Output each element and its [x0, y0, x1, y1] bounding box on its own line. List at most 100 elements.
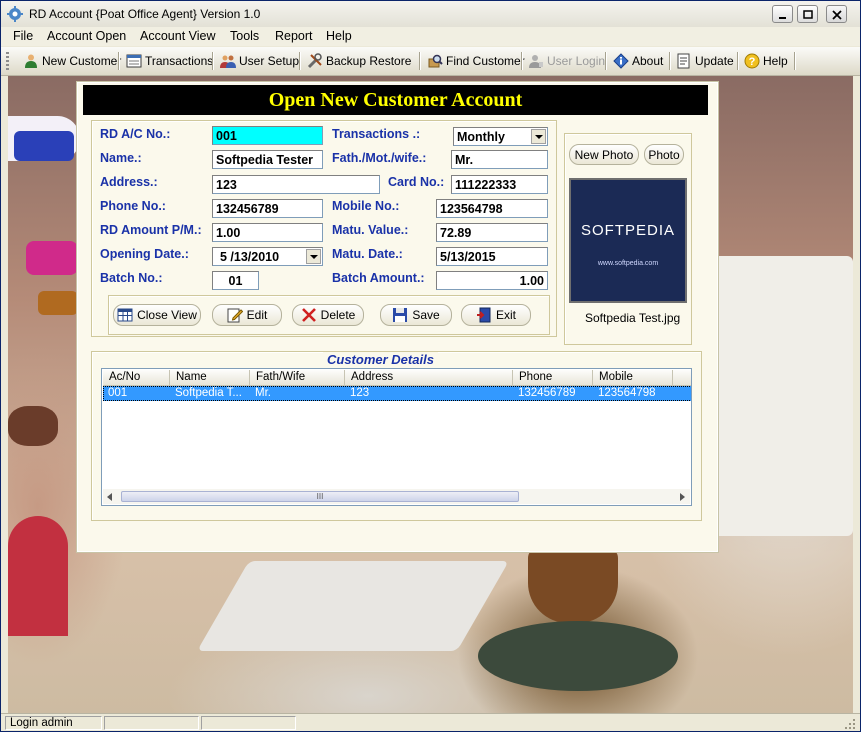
close-button[interactable]	[826, 5, 847, 23]
save-label: Save	[412, 308, 440, 322]
resize-grip-icon[interactable]	[844, 718, 856, 730]
dialog-title: Open New Customer Account	[83, 85, 708, 115]
fath-mot-wife-label: Fath./Mot./wife.:	[332, 151, 427, 165]
app-gear-icon	[7, 6, 23, 22]
find-customer-button[interactable]: Find Customer	[427, 51, 525, 71]
update-button[interactable]: Update	[676, 51, 734, 71]
scroll-right-icon[interactable]	[680, 493, 686, 501]
menu-account-view[interactable]: Account View	[140, 29, 216, 43]
background-keyboard	[197, 561, 509, 651]
table-row[interactable]: 001 Softpedia T... Mr. 123 132456789 123…	[103, 386, 691, 401]
name-label: Name.:	[100, 151, 142, 165]
toolbar-separator	[794, 52, 796, 70]
menu-tools[interactable]: Tools	[230, 29, 259, 43]
delete-x-icon	[301, 308, 316, 322]
about-label: About	[632, 54, 664, 68]
about-button[interactable]: About	[613, 51, 663, 71]
status-login: Login admin	[5, 716, 102, 730]
transactions-dropdown-button[interactable]	[531, 129, 546, 144]
title-bar: RD Account {Poat Office Agent} Version 1…	[1, 1, 860, 28]
transactions-button[interactable]: Transactions	[126, 51, 213, 71]
maximize-button[interactable]	[797, 5, 818, 23]
toolbar-grip[interactable]	[6, 52, 9, 70]
transactions-select[interactable]: Monthly	[453, 127, 548, 146]
background-badge	[26, 241, 78, 275]
rd-amount-label: RD Amount P/M.:	[100, 223, 202, 237]
rd-amount-field[interactable]: 1.00	[212, 223, 323, 242]
background-hand	[8, 406, 58, 446]
close-view-button[interactable]: Close View	[113, 304, 201, 326]
rd-ac-no-label: RD A/C No.:	[100, 127, 171, 141]
photo-button[interactable]: Photo	[644, 144, 684, 165]
cell-name: Softpedia T...	[175, 387, 242, 399]
toolbar-separator	[212, 52, 214, 70]
matu-value-field[interactable]: 72.89	[436, 223, 548, 242]
users-icon	[220, 55, 236, 68]
toolbar-separator	[419, 52, 421, 70]
customer-list[interactable]: Ac/No Name Fath/Wife Address Phone Mobil…	[101, 368, 692, 506]
column-header-phone[interactable]: Phone	[513, 370, 593, 386]
delete-label: Delete	[320, 308, 356, 322]
customer-details-legend: Customer Details	[323, 352, 438, 367]
batch-amount-field[interactable]: 1.00	[436, 271, 548, 290]
status-panel	[201, 716, 296, 730]
exit-button[interactable]: Exit	[461, 304, 531, 326]
column-header-fath-wife[interactable]: Fath/Wife	[250, 370, 345, 386]
fath-mot-wife-field[interactable]: Mr.	[451, 150, 548, 169]
find-icon	[428, 54, 443, 68]
horizontal-scrollbar[interactable]: III	[103, 489, 690, 504]
opening-date-picker[interactable]: 5 /13/2010	[212, 247, 323, 266]
menu-help[interactable]: Help	[326, 29, 352, 43]
opening-date-value: 5 /13/2010	[220, 250, 280, 264]
batch-amount-label: Batch Amount.:	[332, 271, 425, 285]
menu-account-open[interactable]: Account Open	[47, 29, 126, 43]
user-login-label: User Login	[547, 54, 606, 68]
opening-date-dropdown-button[interactable]	[306, 249, 321, 264]
delete-button[interactable]: Delete	[292, 304, 364, 326]
transactions-value: Monthly	[457, 130, 505, 144]
cell-address: 123	[350, 387, 370, 399]
matu-date-field[interactable]: 5/13/2015	[436, 247, 548, 266]
name-field[interactable]: Softpedia Tester	[212, 150, 323, 169]
column-header-acno[interactable]: Ac/No	[103, 370, 170, 386]
minimize-button[interactable]	[772, 5, 793, 23]
background-sleeve	[8, 516, 68, 636]
edit-label: Edit	[246, 308, 268, 322]
status-panel	[104, 716, 199, 730]
column-header-name[interactable]: Name	[170, 370, 250, 386]
edit-button[interactable]: Edit	[212, 304, 282, 326]
menu-report[interactable]: Report	[275, 29, 313, 43]
phone-no-field[interactable]: 132456789	[212, 199, 323, 218]
mobile-no-field[interactable]: 123564798	[436, 199, 548, 218]
new-customer-label: New Customer	[42, 54, 122, 68]
card-no-field[interactable]: 111222333	[451, 175, 548, 194]
toolbar-separator	[737, 52, 739, 70]
transactions-label: Transactions	[145, 54, 214, 68]
open-new-customer-dialog: Open New Customer Account RD A/C No.: 00…	[76, 81, 719, 553]
user-setup-label: User Setup	[239, 54, 300, 68]
scroll-left-icon[interactable]	[107, 493, 113, 501]
help-button[interactable]: ? Help	[744, 51, 788, 71]
matu-value-label: Matu. Value.:	[332, 223, 409, 237]
address-field[interactable]: 123	[212, 175, 380, 194]
cell-mobile: 123564798	[598, 387, 656, 399]
column-header-mobile[interactable]: Mobile	[593, 370, 673, 386]
user-login-button[interactable]: User Login	[528, 51, 605, 71]
new-photo-button[interactable]: New Photo	[569, 144, 639, 165]
toolbar-separator	[669, 52, 671, 70]
menu-file[interactable]: File	[13, 29, 33, 43]
backup-restore-button[interactable]: Backup Restore	[307, 51, 411, 71]
scroll-thumb[interactable]: III	[121, 491, 519, 502]
save-button[interactable]: Save	[380, 304, 452, 326]
matu-date-label: Matu. Date.:	[332, 247, 403, 261]
rd-ac-no-field[interactable]: 001	[212, 126, 323, 145]
exit-label: Exit	[495, 308, 516, 322]
svg-text:?: ?	[749, 56, 756, 68]
new-customer-button[interactable]: New Customer	[23, 51, 121, 71]
close-icon	[832, 10, 842, 20]
column-header-address[interactable]: Address	[345, 370, 513, 386]
user-setup-button[interactable]: User Setup	[220, 51, 299, 71]
user-login-icon	[529, 55, 543, 68]
phone-no-label: Phone No.:	[100, 199, 166, 213]
batch-no-field[interactable]: 01	[212, 271, 259, 290]
